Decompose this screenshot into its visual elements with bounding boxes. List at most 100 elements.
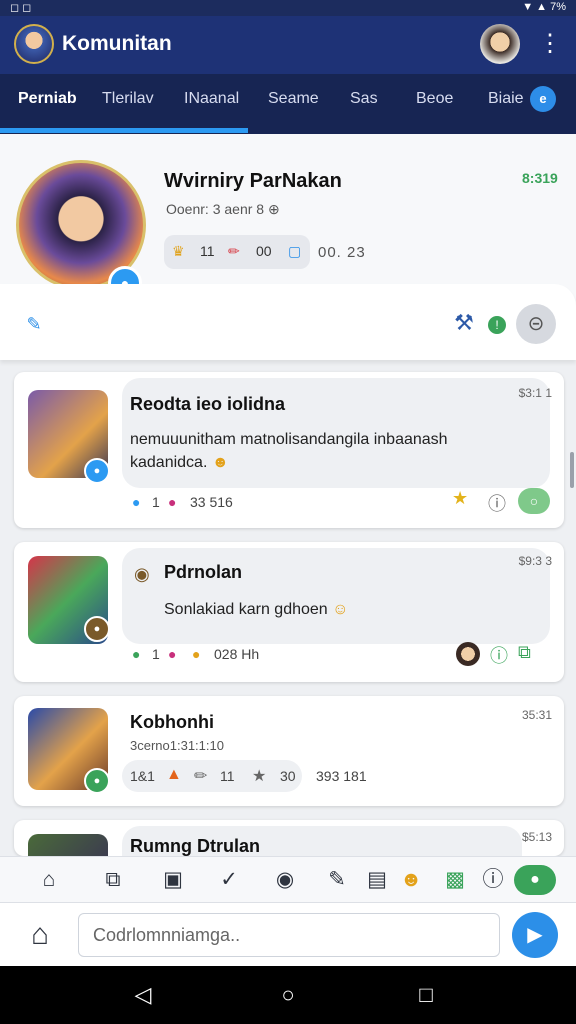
chat-badge-icon: ● xyxy=(84,458,110,484)
post-time: 35:31 xyxy=(521,708,552,722)
post-stat-d: 393 181 xyxy=(316,768,367,784)
post-title: Reodta ieo iolidna xyxy=(130,394,286,414)
post-title: Pdrnolan xyxy=(164,562,243,582)
tab-sas[interactable]: Sas xyxy=(350,90,378,108)
post-card[interactable]: ● ◉ Pdrnolan Sonlakiad karn gdhoen ☺ $9:… xyxy=(14,542,564,682)
system-icons: ▼ ▲ 7% xyxy=(522,1,566,13)
toggle-icon[interactable]: ○ xyxy=(518,488,550,514)
pin-icon: ● xyxy=(132,494,141,510)
post-time: $9:3 3 xyxy=(518,554,552,568)
system-nav-bar: ◁ ○ □ xyxy=(0,966,576,1024)
home-tool-icon[interactable]: ⌂ xyxy=(34,865,64,895)
post-text-line-2: kadanidca. xyxy=(130,454,208,471)
tab-inaanal[interactable]: INaanal xyxy=(184,90,239,108)
app-title: Komunitan xyxy=(62,32,172,55)
heart-icon: ● xyxy=(168,494,177,510)
share-icon[interactable]: ⧉ xyxy=(518,642,531,663)
tab-badge: e xyxy=(530,86,556,112)
post-card[interactable]: Rumng Dtrulan $5:13 xyxy=(14,820,564,856)
fire-icon: ▲ xyxy=(166,766,182,783)
settings-icon[interactable]: ⊝ xyxy=(516,304,556,344)
post-stats: 028 Hh xyxy=(214,646,260,662)
author-icon: ◉ xyxy=(134,564,150,584)
profile-stats: ♛ 11 ✏ 00 ▢ xyxy=(164,235,310,269)
info-tool-icon[interactable]: ⓘ xyxy=(478,865,508,895)
post-time: $5:13 xyxy=(521,830,552,844)
notification-icons: ◻ ◻ xyxy=(10,2,32,14)
list-tool-icon[interactable]: ▤ xyxy=(362,865,392,895)
profile-actions: ✎ ⚒ ! ⊝ xyxy=(0,284,576,360)
post-stat-a: 1&1 xyxy=(130,768,155,784)
active-tab-indicator xyxy=(0,128,248,133)
post-text: Sonlakiad karn gdhoen ☺ xyxy=(164,598,348,621)
post-comments: 1 xyxy=(152,494,160,510)
tab-beoe[interactable]: Beoe xyxy=(416,90,453,108)
stat-value-b: 00 xyxy=(256,243,272,259)
shield-icon: ▢ xyxy=(288,243,302,259)
post-text-line: kadanidca. ☻ xyxy=(130,451,448,474)
photo-tool-icon[interactable]: ◉ xyxy=(270,865,300,895)
post-comments: 1 xyxy=(152,646,160,662)
tab-bar: Perniab Tlerilav INaanal Seame Sas Beoe … xyxy=(0,74,576,134)
app-bar: Komunitan ⋮ xyxy=(0,16,576,74)
user-avatar[interactable] xyxy=(480,24,520,64)
heart-icon: ● xyxy=(168,646,177,662)
emoji-tool-icon[interactable]: ☻ xyxy=(396,865,426,895)
edit-icon[interactable]: ✎ xyxy=(22,314,46,338)
star-icon: ★ xyxy=(252,768,267,785)
tools-icon[interactable]: ⚒ xyxy=(450,310,478,338)
status-dot-icon: ⓘ xyxy=(490,646,508,666)
post-text-line: Sonlakiad karn gdhoen xyxy=(164,601,328,618)
tab-perniab[interactable]: Perniab xyxy=(18,90,77,108)
wink-emoji-icon: ☻ xyxy=(211,454,229,471)
game-badge-icon: ● xyxy=(84,768,110,794)
stat-value-a: 11 xyxy=(200,243,215,259)
star-icon[interactable]: ★ xyxy=(452,488,468,509)
back-icon[interactable]: ◁ xyxy=(128,980,158,1010)
scrollbar[interactable] xyxy=(570,452,574,488)
recents-icon[interactable]: □ xyxy=(411,980,441,1010)
camera-tool-icon[interactable]: ▣ xyxy=(158,865,188,895)
crown-icon: ♛ xyxy=(172,243,185,259)
user-avatar-small[interactable] xyxy=(456,642,480,666)
pencil-icon: ✏ xyxy=(228,243,240,259)
tab-tlerilav[interactable]: Tlerilav xyxy=(102,90,154,108)
coin-icon: ● xyxy=(192,646,201,662)
home-nav-icon[interactable]: ○ xyxy=(273,980,303,1010)
post-title: Rumng Dtrulan xyxy=(130,836,260,856)
smile-emoji-icon: ☺ xyxy=(332,601,349,618)
post-card[interactable]: ● Reodta ieo iolidna nemuuunitham matnol… xyxy=(14,372,564,528)
status-dot-icon: ! xyxy=(488,316,506,334)
gift-tool-icon[interactable]: ▩ xyxy=(440,865,470,895)
tab-biaie[interactable]: Biaie xyxy=(488,90,524,108)
home-icon[interactable]: ⌂ xyxy=(22,917,58,953)
pin-icon: ● xyxy=(132,646,141,662)
post-card[interactable]: ● Kobhonhi 3cerno1:31:1:10 1&1 ▲ ✏ 11 ★ … xyxy=(14,696,564,806)
tag-tool-icon[interactable]: ✓ xyxy=(214,865,244,895)
post-text: nemuuunitham matnolisandangila inbaanash… xyxy=(130,428,448,474)
link-tool-icon[interactable]: ✎ xyxy=(322,865,352,895)
community-logo xyxy=(14,24,54,64)
comment-input[interactable] xyxy=(78,913,500,957)
coin-badge-icon: ● xyxy=(84,616,110,642)
bottom-toolbar: ⌂ ⧉ ▣ ✓ ◉ ✎ ▤ ☻ ▩ ⓘ ● xyxy=(0,856,576,902)
post-stat-b: 11 xyxy=(220,768,235,784)
share-tool-icon[interactable]: ⧉ xyxy=(98,865,128,895)
post-stats: 33 516 xyxy=(190,494,233,510)
profile-name: Wvirniry ParNakan xyxy=(164,170,342,192)
post-text-line: nemuuunitham matnolisandangila inbaanash xyxy=(130,431,448,448)
status-bar: ◻ ◻ ▼ ▲ 7% xyxy=(0,0,576,16)
post-title: Kobhonhi xyxy=(130,712,214,732)
toggle-tool-icon[interactable]: ● xyxy=(514,865,556,895)
info-icon[interactable]: ⓘ xyxy=(488,490,506,516)
profile-subtitle: Ooenr: 3 aenr 8 ⊕ xyxy=(166,201,280,217)
post-subtitle: 3cerno1:31:1:10 xyxy=(130,738,224,753)
stat-extra: 00. 23 xyxy=(318,244,366,261)
tab-seame[interactable]: Seame xyxy=(268,90,319,108)
post-time: $3:1 1 xyxy=(518,386,552,400)
profile-count: 8:319 xyxy=(522,170,558,186)
post-thumbnail[interactable] xyxy=(28,834,108,856)
post-stat-c: 30 xyxy=(280,768,296,784)
more-options-icon[interactable]: ⋮ xyxy=(538,26,562,62)
send-icon[interactable]: ▶ xyxy=(512,912,558,958)
